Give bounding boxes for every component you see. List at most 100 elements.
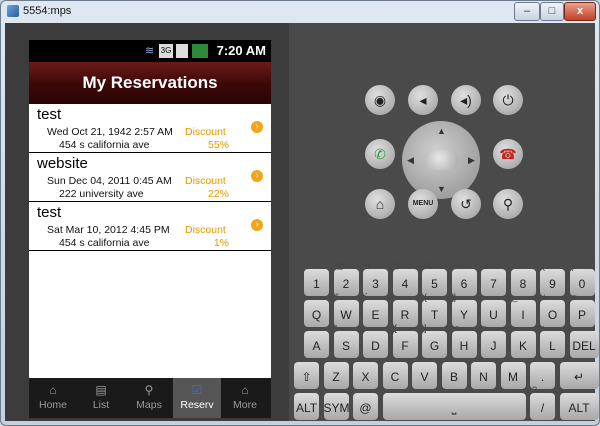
key-label: Y: [459, 308, 468, 322]
key-z[interactable]: Z: [323, 362, 349, 389]
reservation-row[interactable]: test Sat Mar 10, 2012 4:45 PM 454 s cali…: [29, 202, 271, 251]
maximize-button[interactable]: □: [540, 2, 564, 21]
reservation-row[interactable]: website Sun Dec 04, 2011 0:45 AM 222 uni…: [29, 153, 271, 202]
reservation-list: test Wed Oct 21, 1942 2:57 AM 454 s cali…: [29, 104, 271, 251]
dpad[interactable]: ▲ ▼ ◀ ▶: [402, 121, 480, 199]
key-label: Z: [332, 370, 340, 384]
key-label: 0: [578, 277, 586, 291]
key-label: ALT: [568, 401, 590, 415]
reservation-row[interactable]: test Wed Oct 21, 1942 2:57 AM 454 s cali…: [29, 104, 271, 153]
reservation-name: test: [37, 204, 62, 221]
key-slash[interactable]: ? /: [530, 385, 555, 420]
emulator-window: 5554:mps – □ x ≋ 3G 7:20 AM My Reservati…: [0, 0, 600, 426]
key-label: O: [547, 308, 558, 322]
page-title: My Reservations: [82, 73, 218, 92]
tab-maps[interactable]: ⚲ Maps: [125, 378, 173, 418]
phone-icon: ✆: [374, 146, 386, 162]
camera-button[interactable]: ◉: [365, 85, 395, 115]
power-button[interactable]: ⏻: [493, 85, 523, 115]
key-alt-label: _: [512, 292, 518, 302]
chevron-right-icon[interactable]: ›: [251, 219, 263, 231]
key-4[interactable]: $4: [392, 261, 418, 296]
key-g[interactable]: ] G: [422, 323, 447, 358]
key-j[interactable]: > J: [481, 323, 506, 358]
key-label: 5: [431, 277, 438, 291]
search-button[interactable]: ⚲: [493, 189, 523, 219]
key-alt-label: =: [571, 292, 577, 302]
key-l[interactable]: :L: [540, 323, 565, 358]
key-shift[interactable]: ⇧: [294, 362, 319, 389]
tab-list[interactable]: ▤ List: [77, 378, 125, 418]
key-enter[interactable]: ↵: [559, 362, 599, 389]
key-alt-label: ~: [306, 292, 312, 302]
chevron-right-icon[interactable]: ›: [251, 121, 263, 133]
key-label: I: [521, 308, 525, 322]
tab-more[interactable]: ⌂ More: [221, 378, 269, 418]
tab-home[interactable]: ⌂ Home: [29, 378, 77, 418]
discount-value: 55%: [207, 139, 229, 151]
key-v[interactable]: V: [412, 362, 437, 389]
status-bar: ≋ 3G 7:20 AM: [29, 40, 271, 62]
dpad-left-icon[interactable]: ◀: [407, 155, 414, 166]
home-icon: ⌂: [49, 383, 57, 397]
key-at[interactable]: @: [353, 393, 378, 420]
key-alt-label: %: [424, 261, 433, 271]
network-3g-icon: 3G: [159, 44, 173, 58]
tab-reservations[interactable]: ☑ Reserv: [173, 378, 221, 418]
dpad-right-icon[interactable]: ▶: [468, 155, 475, 166]
key-label: A: [312, 339, 321, 353]
key-c[interactable]: C: [382, 362, 408, 389]
key-x[interactable]: X: [353, 362, 378, 389]
list-icon: ▤: [95, 383, 107, 397]
battery-icon: [192, 44, 208, 58]
volume-up-button[interactable]: ◂): [451, 85, 481, 115]
key-label: ↵: [573, 370, 585, 384]
key-alt-right[interactable]: ALT: [559, 393, 599, 420]
key-label: T: [430, 308, 439, 322]
key-p[interactable]: = P: [569, 292, 595, 327]
dpad-up-icon[interactable]: ▲: [437, 126, 446, 136]
key-label: H: [459, 339, 469, 353]
key-label: R: [400, 308, 410, 322]
discount-label: Discount: [185, 175, 226, 187]
key-n[interactable]: N: [471, 362, 496, 389]
key-space[interactable]: ⎵: [382, 393, 526, 420]
device-screen: ≋ 3G 7:20 AM My Reservations test Wed Oc…: [29, 40, 271, 418]
key-label: L: [549, 339, 556, 353]
key-h[interactable]: < H: [451, 323, 477, 358]
dpad-down-icon[interactable]: ▼: [437, 184, 446, 194]
key-del[interactable]: DEL: [569, 331, 599, 358]
key-a[interactable]: A: [304, 331, 329, 358]
more-icon: ⌂: [241, 383, 249, 397]
key-q[interactable]: ~ Q: [304, 292, 329, 327]
chevron-right-icon[interactable]: ›: [251, 170, 263, 182]
call-button[interactable]: ✆: [365, 139, 395, 169]
key-b[interactable]: B: [441, 362, 467, 389]
key-label: F: [401, 339, 409, 353]
volume-down-button[interactable]: ◂: [408, 85, 438, 115]
key-alt-label: \: [335, 323, 339, 333]
key-m[interactable]: M: [500, 362, 526, 389]
close-button[interactable]: x: [564, 2, 596, 21]
tab-label: Maps: [136, 399, 162, 411]
key-alt-label: :: [542, 323, 545, 333]
key-f[interactable]: [F: [392, 323, 418, 358]
tab-label: Reserv: [180, 399, 214, 411]
key-alt-left[interactable]: ALT: [294, 393, 319, 420]
key-label: V: [420, 370, 429, 384]
home-button[interactable]: ⌂: [365, 189, 395, 219]
key-label: B: [449, 370, 458, 384]
key-e[interactable]: ´ E: [363, 292, 388, 327]
key-label: 6: [460, 277, 468, 291]
key-s[interactable]: \ S: [333, 323, 359, 358]
key-d[interactable]: D: [363, 331, 388, 358]
minimize-button[interactable]: –: [514, 2, 540, 21]
emulator-controls: ◉ ◂ ◂) ⏻ ✆ ▲ ▼ ◀ ▶ ☎ ⌂ MENU ↺ ⚲ ! 1 @2 #3 $4…: [289, 23, 599, 421]
key-k[interactable]: ; K: [510, 323, 536, 358]
back-button[interactable]: ↺: [451, 189, 481, 219]
dpad-center-button[interactable]: [423, 150, 459, 170]
menu-button[interactable]: MENU: [408, 189, 438, 219]
camera-icon: ◉: [373, 92, 387, 108]
key-sym[interactable]: SYM: [323, 393, 350, 420]
end-call-button[interactable]: ☎: [493, 139, 523, 169]
